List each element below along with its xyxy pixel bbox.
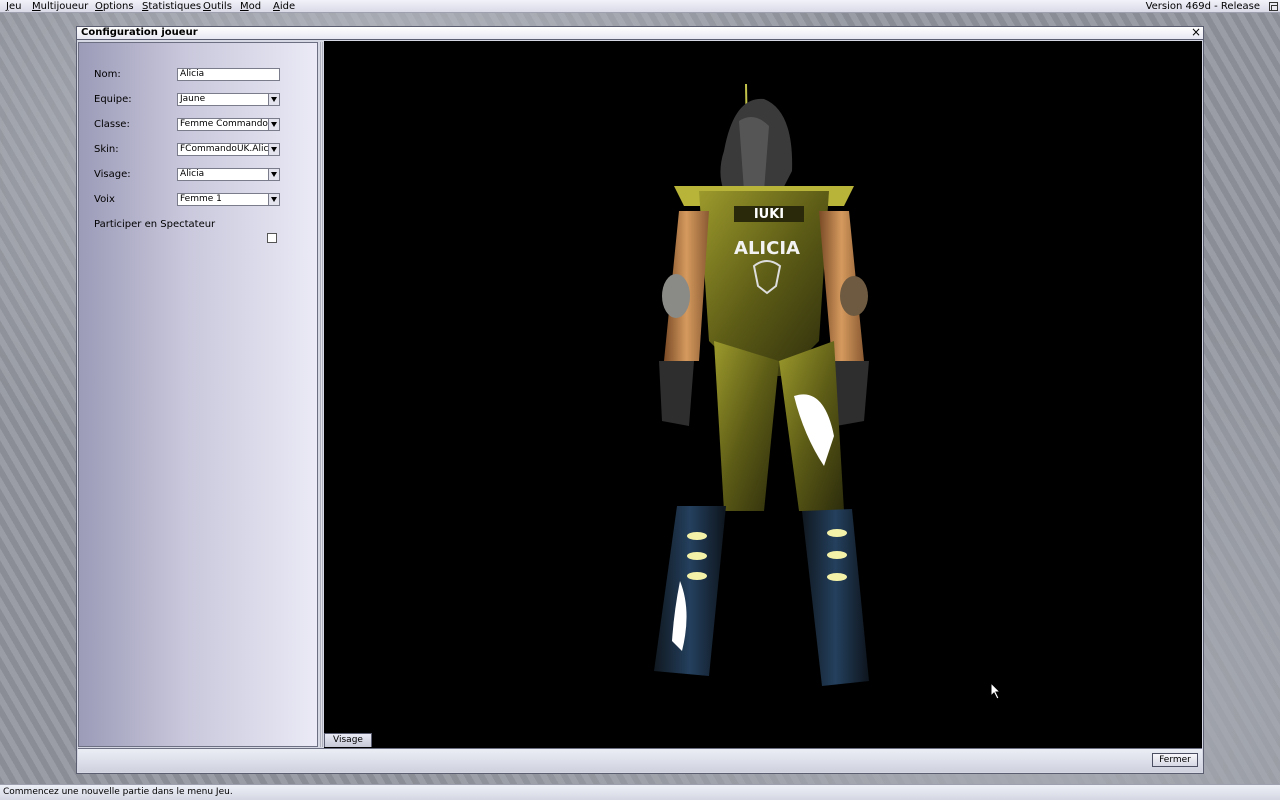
version-label: Version 469d - Release xyxy=(1145,1,1260,12)
chevron-down-icon[interactable] xyxy=(268,169,279,180)
class-label: Classe: xyxy=(94,119,130,130)
face-select[interactable]: Alicia xyxy=(177,168,280,181)
chevron-down-icon[interactable] xyxy=(268,119,279,130)
skin-select[interactable]: FCommandoUK.Alicia xyxy=(177,143,280,156)
mouse-cursor-icon xyxy=(990,682,1002,700)
model-preview[interactable]: IUKI ALICIA xyxy=(324,41,1202,748)
panel-divider[interactable] xyxy=(320,42,323,747)
name-label: Nom: xyxy=(94,69,121,80)
settings-panel: Nom: Alicia Equipe: Jaune Classe: Femme … xyxy=(78,42,318,747)
menu-aide[interactable]: Aide xyxy=(273,0,295,13)
menu-jeu[interactable]: Jeu xyxy=(6,0,21,13)
voice-label: Voix xyxy=(94,194,115,205)
class-select[interactable]: Femme Commando xyxy=(177,118,280,131)
menu-outils[interactable]: Outils xyxy=(203,0,232,13)
name-field[interactable]: Alicia xyxy=(177,68,280,81)
spectator-label: Participer en Spectateur xyxy=(94,219,216,230)
menu-mod[interactable]: Mod xyxy=(240,0,261,13)
player-model-image: IUKI ALICIA xyxy=(654,83,869,686)
model-name-text: ALICIA xyxy=(734,238,800,259)
window-title: Configuration joueur xyxy=(81,27,198,38)
menu-options[interactable]: Options xyxy=(95,0,134,13)
skin-label: Skin: xyxy=(94,144,119,155)
window-footer: Fermer xyxy=(78,748,1202,772)
model-back-text: IUKI xyxy=(754,207,784,222)
menu-statistiques[interactable]: Statistiques xyxy=(142,0,201,13)
team-select[interactable]: Jaune xyxy=(177,93,280,106)
restore-window-icon[interactable] xyxy=(1269,2,1278,11)
menu-multijoueur[interactable]: Multijoueur xyxy=(32,0,88,13)
team-label: Equipe: xyxy=(94,94,132,105)
voice-select-value: Femme 1 xyxy=(180,194,222,204)
face-label: Visage: xyxy=(94,169,131,180)
spectator-checkbox[interactable] xyxy=(267,233,277,243)
chevron-down-icon[interactable] xyxy=(268,144,279,155)
menu-bar: Jeu Multijoueur Options Statistiques Out… xyxy=(0,0,1280,13)
close-icon[interactable]: × xyxy=(1191,26,1201,38)
tab-visage[interactable]: Visage xyxy=(324,733,372,747)
chevron-down-icon[interactable] xyxy=(268,194,279,205)
close-button[interactable]: Fermer xyxy=(1152,753,1198,767)
player-config-window: Configuration joueur × Nom: Alicia Equip… xyxy=(76,26,1204,774)
class-select-value: Femme Commando xyxy=(180,119,268,129)
window-titlebar[interactable]: Configuration joueur × xyxy=(77,26,1203,40)
status-bar: Commencez une nouvelle partie dans le me… xyxy=(0,784,1280,800)
skin-select-value: FCommandoUK.Alicia xyxy=(180,144,277,154)
face-select-value: Alicia xyxy=(180,169,205,179)
chevron-down-icon[interactable] xyxy=(268,94,279,105)
voice-select[interactable]: Femme 1 xyxy=(177,193,280,206)
team-select-value: Jaune xyxy=(180,94,206,104)
